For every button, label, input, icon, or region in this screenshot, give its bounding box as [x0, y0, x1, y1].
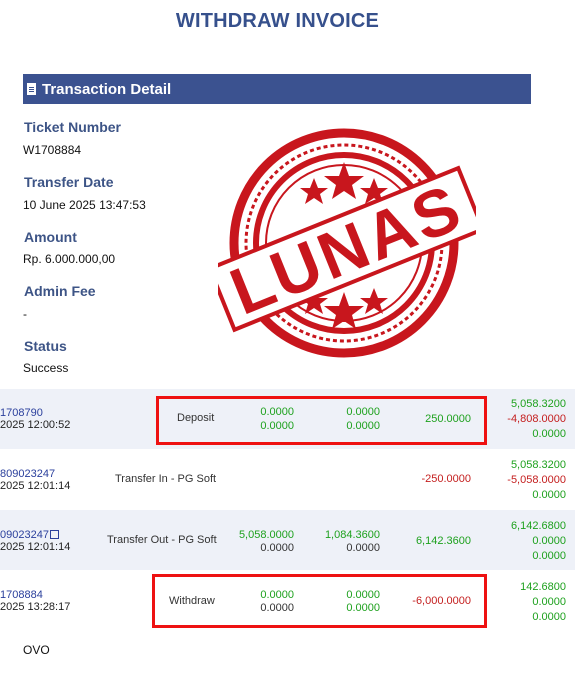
ticket-number-value: W1708884	[23, 143, 82, 157]
ticket-link[interactable]: 809023247	[0, 468, 55, 480]
lunas-stamp: LUNAS	[218, 128, 476, 358]
status-value: Success	[23, 361, 69, 375]
ticket-link[interactable]: 09023247	[0, 529, 59, 541]
row-balance-a: 5,058.3200	[510, 398, 566, 410]
row-balance-c: 0.0000	[532, 611, 566, 623]
withdraw-highlight	[152, 574, 487, 628]
row-date: 2025 12:00:52	[0, 419, 71, 431]
row-balance-b: -4,808.0000	[507, 413, 566, 425]
row-date: 2025 12:01:14	[0, 541, 71, 553]
row-balance-c: 0.0000	[532, 489, 566, 501]
status-label: Status	[24, 338, 67, 354]
row-date: 2025 13:28:17	[0, 601, 71, 613]
row-balance-b: 0.0000	[532, 535, 566, 547]
ticket-number-label: Ticket Number	[24, 119, 121, 135]
row-col2-b: 0.0000	[346, 542, 380, 554]
row-date: 2025 12:01:14	[0, 480, 71, 492]
transfer-date-value: 10 June 2025 13:47:53	[23, 198, 146, 212]
admin-fee-label: Admin Fee	[24, 283, 96, 299]
ticket-link[interactable]: 1708884	[0, 589, 43, 601]
row-balance-a: 142.6800	[520, 581, 566, 593]
row-balance-b: -5,058.0000	[507, 474, 566, 486]
row-amount: -250.0000	[421, 473, 471, 485]
section-header: Transaction Detail	[23, 74, 531, 104]
payment-method: OVO	[23, 643, 50, 657]
row-balance-a: 6,142.6800	[510, 520, 566, 532]
transfer-date-label: Transfer Date	[24, 174, 114, 190]
admin-fee-value: -	[23, 307, 27, 321]
row-balance-b: 0.0000	[532, 596, 566, 608]
row-col1-b: 0.0000	[260, 542, 294, 554]
ticket-link[interactable]: 1708790	[0, 407, 43, 419]
row-col1-a: 5,058.0000	[238, 529, 294, 541]
table-row: 09023247 2025 12:01:14 Transfer Out - PG…	[0, 510, 575, 570]
table-row: 809023247 2025 12:01:14 Transfer In - PG…	[0, 449, 575, 509]
ticket-id: 09023247	[0, 529, 49, 541]
row-balance-c: 0.0000	[532, 550, 566, 562]
row-type: Transfer In - PG Soft	[115, 473, 217, 485]
row-balance-c: 0.0000	[532, 428, 566, 440]
external-link-icon[interactable]	[49, 530, 59, 539]
row-col2-a: 1,084.3600	[324, 529, 380, 541]
document-icon	[27, 83, 36, 95]
amount-value: Rp. 6.000.000,00	[23, 252, 116, 266]
invoice-title: WITHDRAW INVOICE	[175, 10, 380, 32]
amount-label: Amount	[24, 229, 77, 245]
deposit-highlight	[156, 396, 487, 445]
section-title: Transaction Detail	[42, 80, 172, 98]
row-amount: 6,142.3600	[415, 535, 471, 547]
row-balance-a: 5,058.3200	[510, 459, 566, 471]
row-type: Transfer Out - PG Soft	[107, 534, 217, 546]
